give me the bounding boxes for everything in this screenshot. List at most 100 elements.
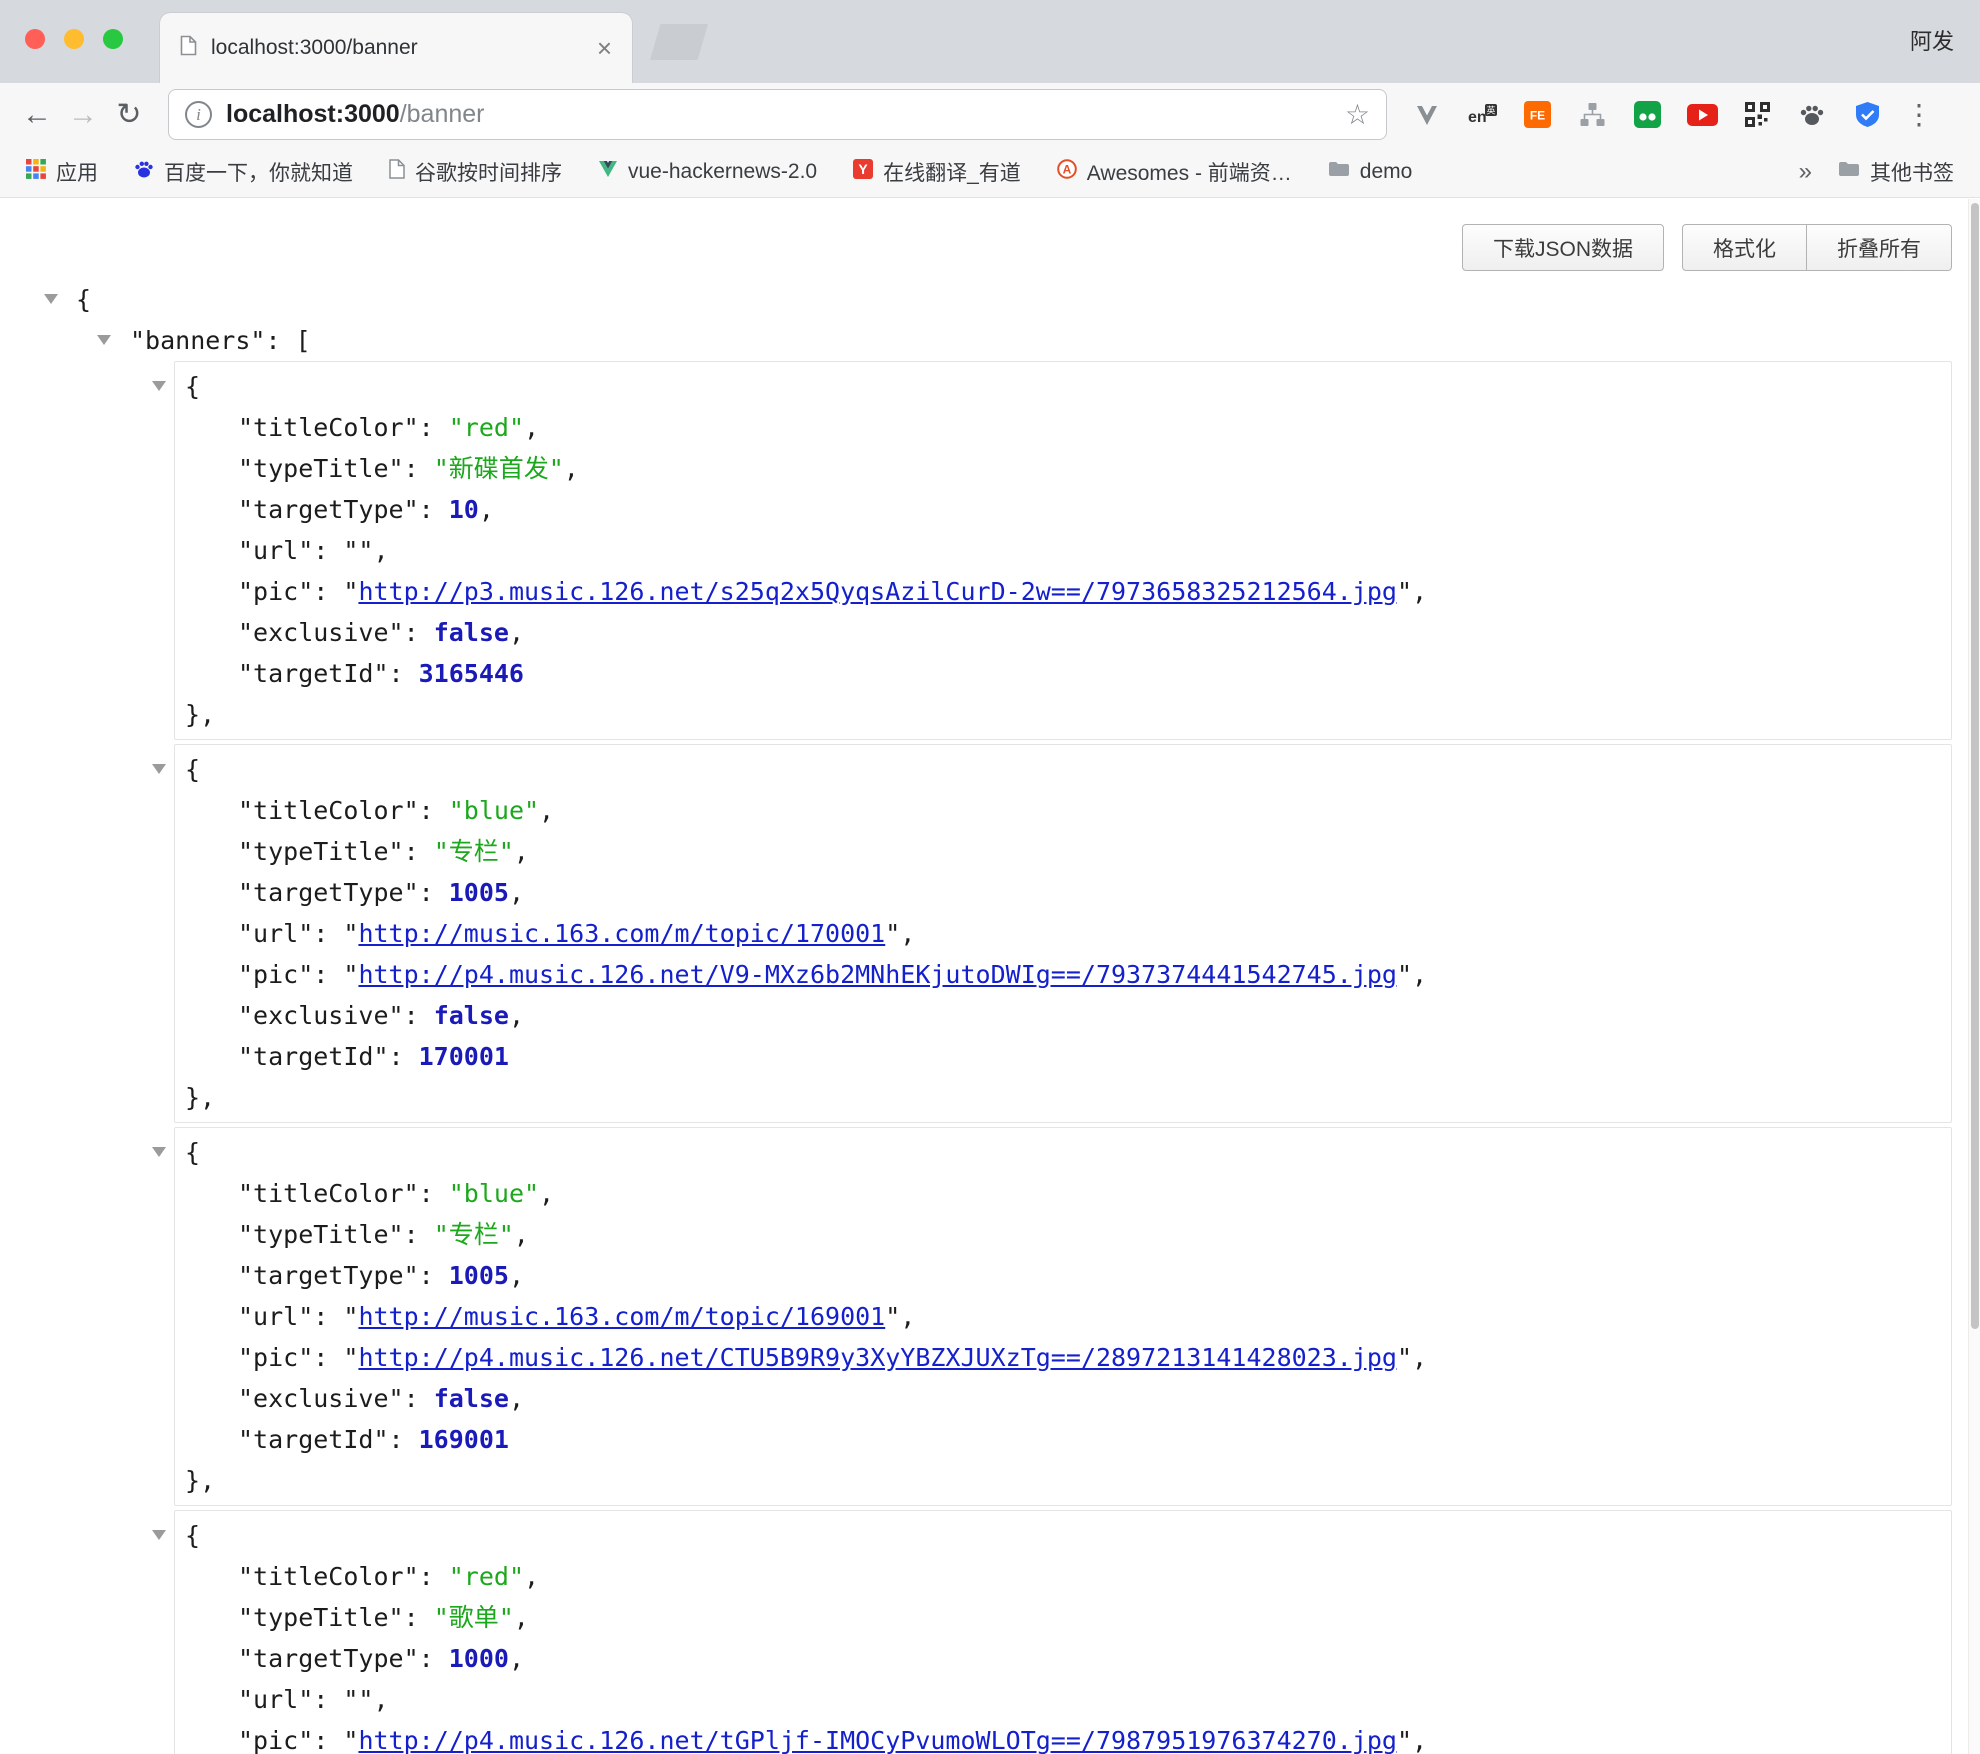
json-url-link[interactable]: http://p4.music.126.net/tGPljf-IMOCyPvum… [358,1726,1397,1754]
json-url-link[interactable]: http://p4.music.126.net/V9-MXz6b2MNhEKju… [358,960,1397,989]
collapse-toggle-icon[interactable] [152,1530,166,1540]
json-key: "titleColor" [238,1562,419,1591]
bookmark-item[interactable]: 百度一下，你就知道 [134,157,353,187]
svg-text:Y: Y [858,161,868,177]
json-line: "targetId": 3165446 [175,653,1951,694]
new-tab-button[interactable] [650,24,708,60]
json-punct: , [564,454,579,483]
json-line: "pic": "http://p4.music.126.net/V9-MXz6b… [175,954,1951,995]
json-punct: , [509,1001,524,1030]
json-punct: , [514,1220,529,1249]
json-punct: : [419,1179,449,1208]
json-line: { [175,1132,1951,1173]
tab-close-icon[interactable]: × [597,35,612,61]
json-url-link[interactable]: http://p3.music.126.net/s25q2x5QyqsAzilC… [358,577,1397,606]
menu-kebab-icon[interactable]: ⋮ [1902,98,1936,131]
profile-name[interactable]: 阿发 [1910,24,1954,56]
json-punct: : [419,495,449,524]
tab-strip: localhost:3000/banner × 阿发 [0,0,1980,83]
tampermonkey-extension-icon[interactable] [1630,98,1664,132]
back-icon[interactable]: ← [14,98,60,132]
collapse-toggle-icon[interactable] [152,1147,166,1157]
json-number: 1005 [449,1261,509,1290]
url-text: localhost:3000/banner [226,100,484,129]
qrcode-extension-icon[interactable] [1740,98,1774,132]
fehelper-extension-icon[interactable]: FE [1520,98,1554,132]
json-number: 170001 [419,1042,509,1071]
json-action-bar: 下载JSON数据 格式化 折叠所有 [1462,224,1952,271]
bookmark-item[interactable]: Y 在线翻译_有道 [853,157,1021,187]
scrollbar-thumb[interactable] [1971,203,1979,1329]
collapse-toggle-icon[interactable] [97,335,111,345]
bookmark-other-label: 其他书签 [1870,157,1954,187]
close-window-button[interactable] [25,29,45,49]
shield-check-extension-icon[interactable] [1850,98,1884,132]
bookmarks-overflow-icon[interactable]: » [1799,158,1812,186]
json-punct: : [389,1425,419,1454]
json-line: "pic": "http://p4.music.126.net/CTU5B9R9… [175,1337,1951,1378]
youdao-translate-extension-icon[interactable]: en英 [1465,98,1499,132]
download-json-button[interactable]: 下载JSON数据 [1462,224,1664,271]
collapse-all-button[interactable]: 折叠所有 [1807,224,1952,271]
json-line: { [175,1515,1951,1556]
json-punct: : [404,454,434,483]
json-string: "" [343,1685,373,1714]
json-punct: : [389,1042,419,1071]
vertical-scrollbar[interactable] [1968,199,1980,1754]
collapse-toggle-icon[interactable] [152,764,166,774]
collapse-toggle-icon[interactable] [152,381,166,391]
json-quote: " [343,960,358,989]
json-quote: " [343,1302,358,1331]
json-url-link[interactable]: http://p4.music.126.net/CTU5B9R9y3XyYBZX… [358,1343,1397,1372]
sitemap-extension-icon[interactable] [1575,98,1609,132]
forward-icon[interactable]: → [60,98,106,132]
json-brace: { [76,285,91,314]
paw-extension-icon[interactable] [1795,98,1829,132]
bookmark-item[interactable]: vue-hackernews-2.0 [598,160,817,184]
address-bar[interactable]: i localhost:3000/banner ☆ [168,89,1387,140]
json-quote: " [885,919,900,948]
json-line: { [175,749,1951,790]
bookmark-label: 在线翻译_有道 [883,157,1021,187]
format-button[interactable]: 格式化 [1682,224,1807,271]
format-collapse-group: 格式化 折叠所有 [1682,224,1952,271]
apps-grid-icon [26,159,46,185]
bookmark-other-folder[interactable]: 其他书签 [1838,157,1954,187]
json-brace: { [185,1138,200,1167]
json-line: "targetType": 10, [175,489,1951,530]
json-url-link[interactable]: http://music.163.com/m/topic/170001 [358,919,885,948]
svg-text:FE: FE [1529,109,1544,123]
info-icon[interactable]: i [185,101,212,128]
json-punct: , [900,919,915,948]
json-punct: : [419,878,449,907]
json-string: "" [343,536,373,565]
bookmark-item[interactable]: AAwesomes - 前端资… [1057,157,1292,187]
reload-icon[interactable]: ↻ [106,97,152,132]
json-line: "targetId": 169001 [175,1419,1951,1460]
json-key: "targetType" [238,1644,419,1673]
browser-tab[interactable]: localhost:3000/banner × [160,13,632,83]
bookmark-apps-label: 应用 [56,157,98,187]
bookmark-item[interactable]: demo [1328,160,1413,184]
bookmark-item[interactable]: 谷歌按时间排序 [389,157,562,187]
json-line: "url": "http://music.163.com/m/topic/169… [175,1296,1951,1337]
json-punct: : [389,659,419,688]
json-punct: , [509,1644,524,1673]
youtube-extension-icon[interactable] [1685,98,1719,132]
json-key: "url" [238,1685,313,1714]
json-object-box: {"titleColor": "red","typeTitle": "新碟首发"… [174,361,1952,740]
json-key: "banners" [130,326,265,355]
zoom-window-button[interactable] [103,29,123,49]
json-punct: : [313,1302,343,1331]
bookmark-star-icon[interactable]: ☆ [1345,98,1370,131]
bookmark-apps[interactable]: 应用 [26,157,98,187]
page-content: 下载JSON数据 格式化 折叠所有 {"banners": [{"titleCo… [0,199,1980,1754]
json-url-link[interactable]: http://music.163.com/m/topic/169001 [358,1302,885,1331]
minimize-window-button[interactable] [64,29,84,49]
json-punct: : [404,837,434,866]
json-string: "专栏" [434,1220,514,1249]
vimium-v-extension-icon[interactable] [1410,98,1444,132]
bookmark-label: demo [1360,160,1413,184]
collapse-toggle-icon[interactable] [44,294,58,304]
svg-text:英: 英 [1486,104,1495,115]
